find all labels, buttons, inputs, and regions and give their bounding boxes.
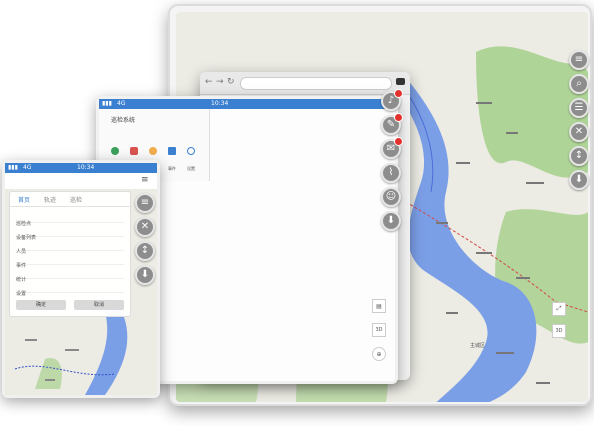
measure-button[interactable]: ↕ — [135, 241, 155, 261]
cancel-button[interactable]: 取消 — [74, 300, 124, 310]
layers-button[interactable]: ≡ — [569, 50, 589, 70]
window-indicator — [396, 78, 405, 85]
status-time: 10:34 — [211, 100, 229, 107]
layer-toggle-button[interactable]: ▤ — [372, 299, 386, 313]
menu-item-label: 事件 — [168, 166, 176, 171]
list-item[interactable]: 巡检点 — [16, 210, 124, 227]
carrier-label: 4G — [23, 164, 32, 171]
ruler-icon: ↕ — [574, 150, 584, 161]
messages-button[interactable]: ✉ — [381, 137, 403, 159]
fullscreen-icon: ⤢ — [556, 305, 562, 312]
bell-icon: ♪ — [387, 95, 395, 106]
list-item[interactable]: 事件 — [16, 252, 124, 269]
reload-button[interactable]: ↻ — [227, 77, 235, 87]
menu-icon[interactable]: ≡ — [141, 175, 149, 185]
list-item[interactable]: 设备列表 — [16, 224, 124, 241]
person-walk-icon: ☺ — [385, 191, 397, 202]
route-icon: ⌇ — [388, 167, 394, 178]
forward-button[interactable]: → — [216, 77, 224, 87]
confirm-button[interactable]: 确定 — [16, 300, 66, 310]
layers-icon: ≡ — [140, 197, 150, 208]
menu-item-event[interactable]: 事件 — [164, 147, 180, 174]
list-item-label: 设置 — [16, 291, 27, 297]
track-button[interactable]: ⌇ — [381, 163, 401, 183]
search-icon: ⌕ — [576, 78, 582, 89]
signal-icon: ▮▮▮ — [102, 100, 112, 107]
tasks-button[interactable]: ✎ — [381, 113, 403, 135]
scale-bar — [283, 373, 323, 375]
list-icon: ☰ — [574, 102, 584, 113]
flag-icon — [168, 147, 176, 155]
search-button[interactable]: ⌕ — [569, 74, 589, 94]
phone-device: ▮▮▮ 4G 10:34 ≡ 首页 轨迹 巡检 巡检点 设备列表 人员 事件 统… — [2, 160, 160, 398]
tab-home[interactable]: 首页 — [18, 195, 30, 204]
ruler-icon: ↕ — [140, 245, 150, 256]
tab-track[interactable]: 轨迹 — [44, 195, 56, 204]
device-icon — [130, 147, 138, 155]
tools-icon: ✕ — [574, 126, 584, 137]
back-button[interactable]: ← — [205, 77, 213, 87]
tools-button[interactable]: ✕ — [569, 122, 589, 142]
region-label: 主城区 — [470, 343, 486, 349]
download-icon: ⬇ — [140, 269, 150, 280]
tools-icon: ✕ — [140, 221, 150, 232]
phone-statusbar: ▮▮▮ 4G 10:34 — [5, 163, 157, 173]
notification-badge — [394, 89, 403, 98]
list-item[interactable]: 统计 — [16, 266, 124, 283]
person-icon — [149, 147, 157, 155]
menu-item-settings[interactable]: 设置 — [183, 147, 199, 174]
gear-icon — [187, 147, 195, 155]
header-title: 巡检系统 — [111, 117, 136, 124]
globe-icon — [111, 147, 119, 155]
view-3d-button[interactable]: 3D — [552, 324, 566, 338]
measure-button[interactable]: ↕ — [569, 146, 589, 166]
phone-panel: 首页 轨迹 巡检 巡检点 设备列表 人员 事件 统计 设置 确定 取消 — [9, 191, 131, 317]
download-icon: ⬇ — [386, 215, 396, 226]
carrier-label: 4G — [117, 100, 126, 107]
panel-tabs: 首页 轨迹 巡检 — [10, 192, 130, 207]
zoom-button[interactable]: ⊕ — [372, 347, 386, 361]
3d-icon: 3D — [375, 327, 383, 333]
phone-topbar: ≡ — [5, 173, 157, 190]
layers-button[interactable]: ≡ — [135, 193, 155, 213]
scale-label: 2公里 — [283, 366, 297, 372]
address-bar[interactable] — [240, 77, 392, 90]
stack-icon: ▤ — [376, 302, 382, 310]
tablet-statusbar: ▮▮▮ 4G 10:34 — [99, 99, 395, 109]
notification-badge — [394, 113, 403, 122]
notification-badge — [394, 137, 403, 146]
task-icon: ✎ — [386, 119, 396, 130]
tools-button[interactable]: ✕ — [135, 217, 155, 237]
3d-icon: 3D — [555, 328, 563, 334]
layers-icon: ≡ — [574, 54, 584, 65]
download-button[interactable]: ⬇ — [569, 170, 589, 190]
status-time: 10:34 — [77, 164, 95, 171]
menu-item-label: 设置 — [187, 166, 195, 171]
list-item[interactable]: 设置 — [16, 280, 124, 297]
locate-button[interactable]: ☺ — [381, 187, 401, 207]
list-item[interactable]: 人员 — [16, 238, 124, 255]
signal-icon: ▮▮▮ — [8, 164, 18, 171]
download-button[interactable]: ⬇ — [381, 211, 401, 231]
view-3d-button[interactable]: 3D — [372, 323, 386, 337]
alerts-button[interactable]: ♪ — [381, 89, 403, 111]
message-icon: ✉ — [386, 143, 396, 154]
fullscreen-button[interactable]: ⤢ — [552, 302, 566, 316]
tab-inspect[interactable]: 巡检 — [70, 195, 82, 204]
download-button[interactable]: ⬇ — [135, 265, 155, 285]
list-button[interactable]: ☰ — [569, 98, 589, 118]
download-icon: ⬇ — [574, 174, 584, 185]
crosshair-icon: ⊕ — [376, 350, 382, 358]
browser-toolbar: ← → ↻ — [200, 72, 410, 95]
